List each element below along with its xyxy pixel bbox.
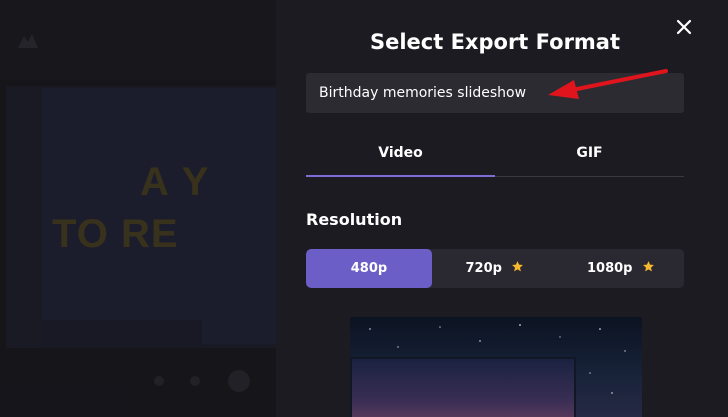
resolution-selector: 480p 720p 1080p (306, 249, 684, 288)
resolution-720p-option[interactable]: 720p (432, 249, 558, 288)
resolution-label: 1080p (586, 261, 633, 276)
resolution-1080p-option[interactable]: 1080p (558, 249, 684, 288)
resolution-480p-option[interactable]: 480p (306, 249, 432, 288)
tab-video[interactable]: Video (306, 130, 495, 176)
inner-photo-frame (350, 357, 576, 417)
resolution-label: 480p (350, 261, 388, 276)
editor-background: A Y TO RE (0, 0, 276, 417)
star-icon (643, 261, 654, 272)
format-tabs: Video GIF (306, 130, 684, 178)
resolution-label: 720p (465, 261, 502, 276)
tab-gif[interactable]: GIF (495, 130, 684, 176)
export-format-dialog: Select Export Format Video GIF Resolutio… (276, 0, 728, 417)
project-name-input[interactable] (306, 73, 684, 113)
dialog-title: Select Export Format (369, 30, 621, 54)
resolution-heading: Resolution (306, 210, 403, 229)
modal-overlay[interactable] (0, 0, 276, 417)
export-preview-image (350, 317, 642, 417)
star-icon (512, 261, 524, 272)
active-tab-indicator (306, 175, 495, 177)
